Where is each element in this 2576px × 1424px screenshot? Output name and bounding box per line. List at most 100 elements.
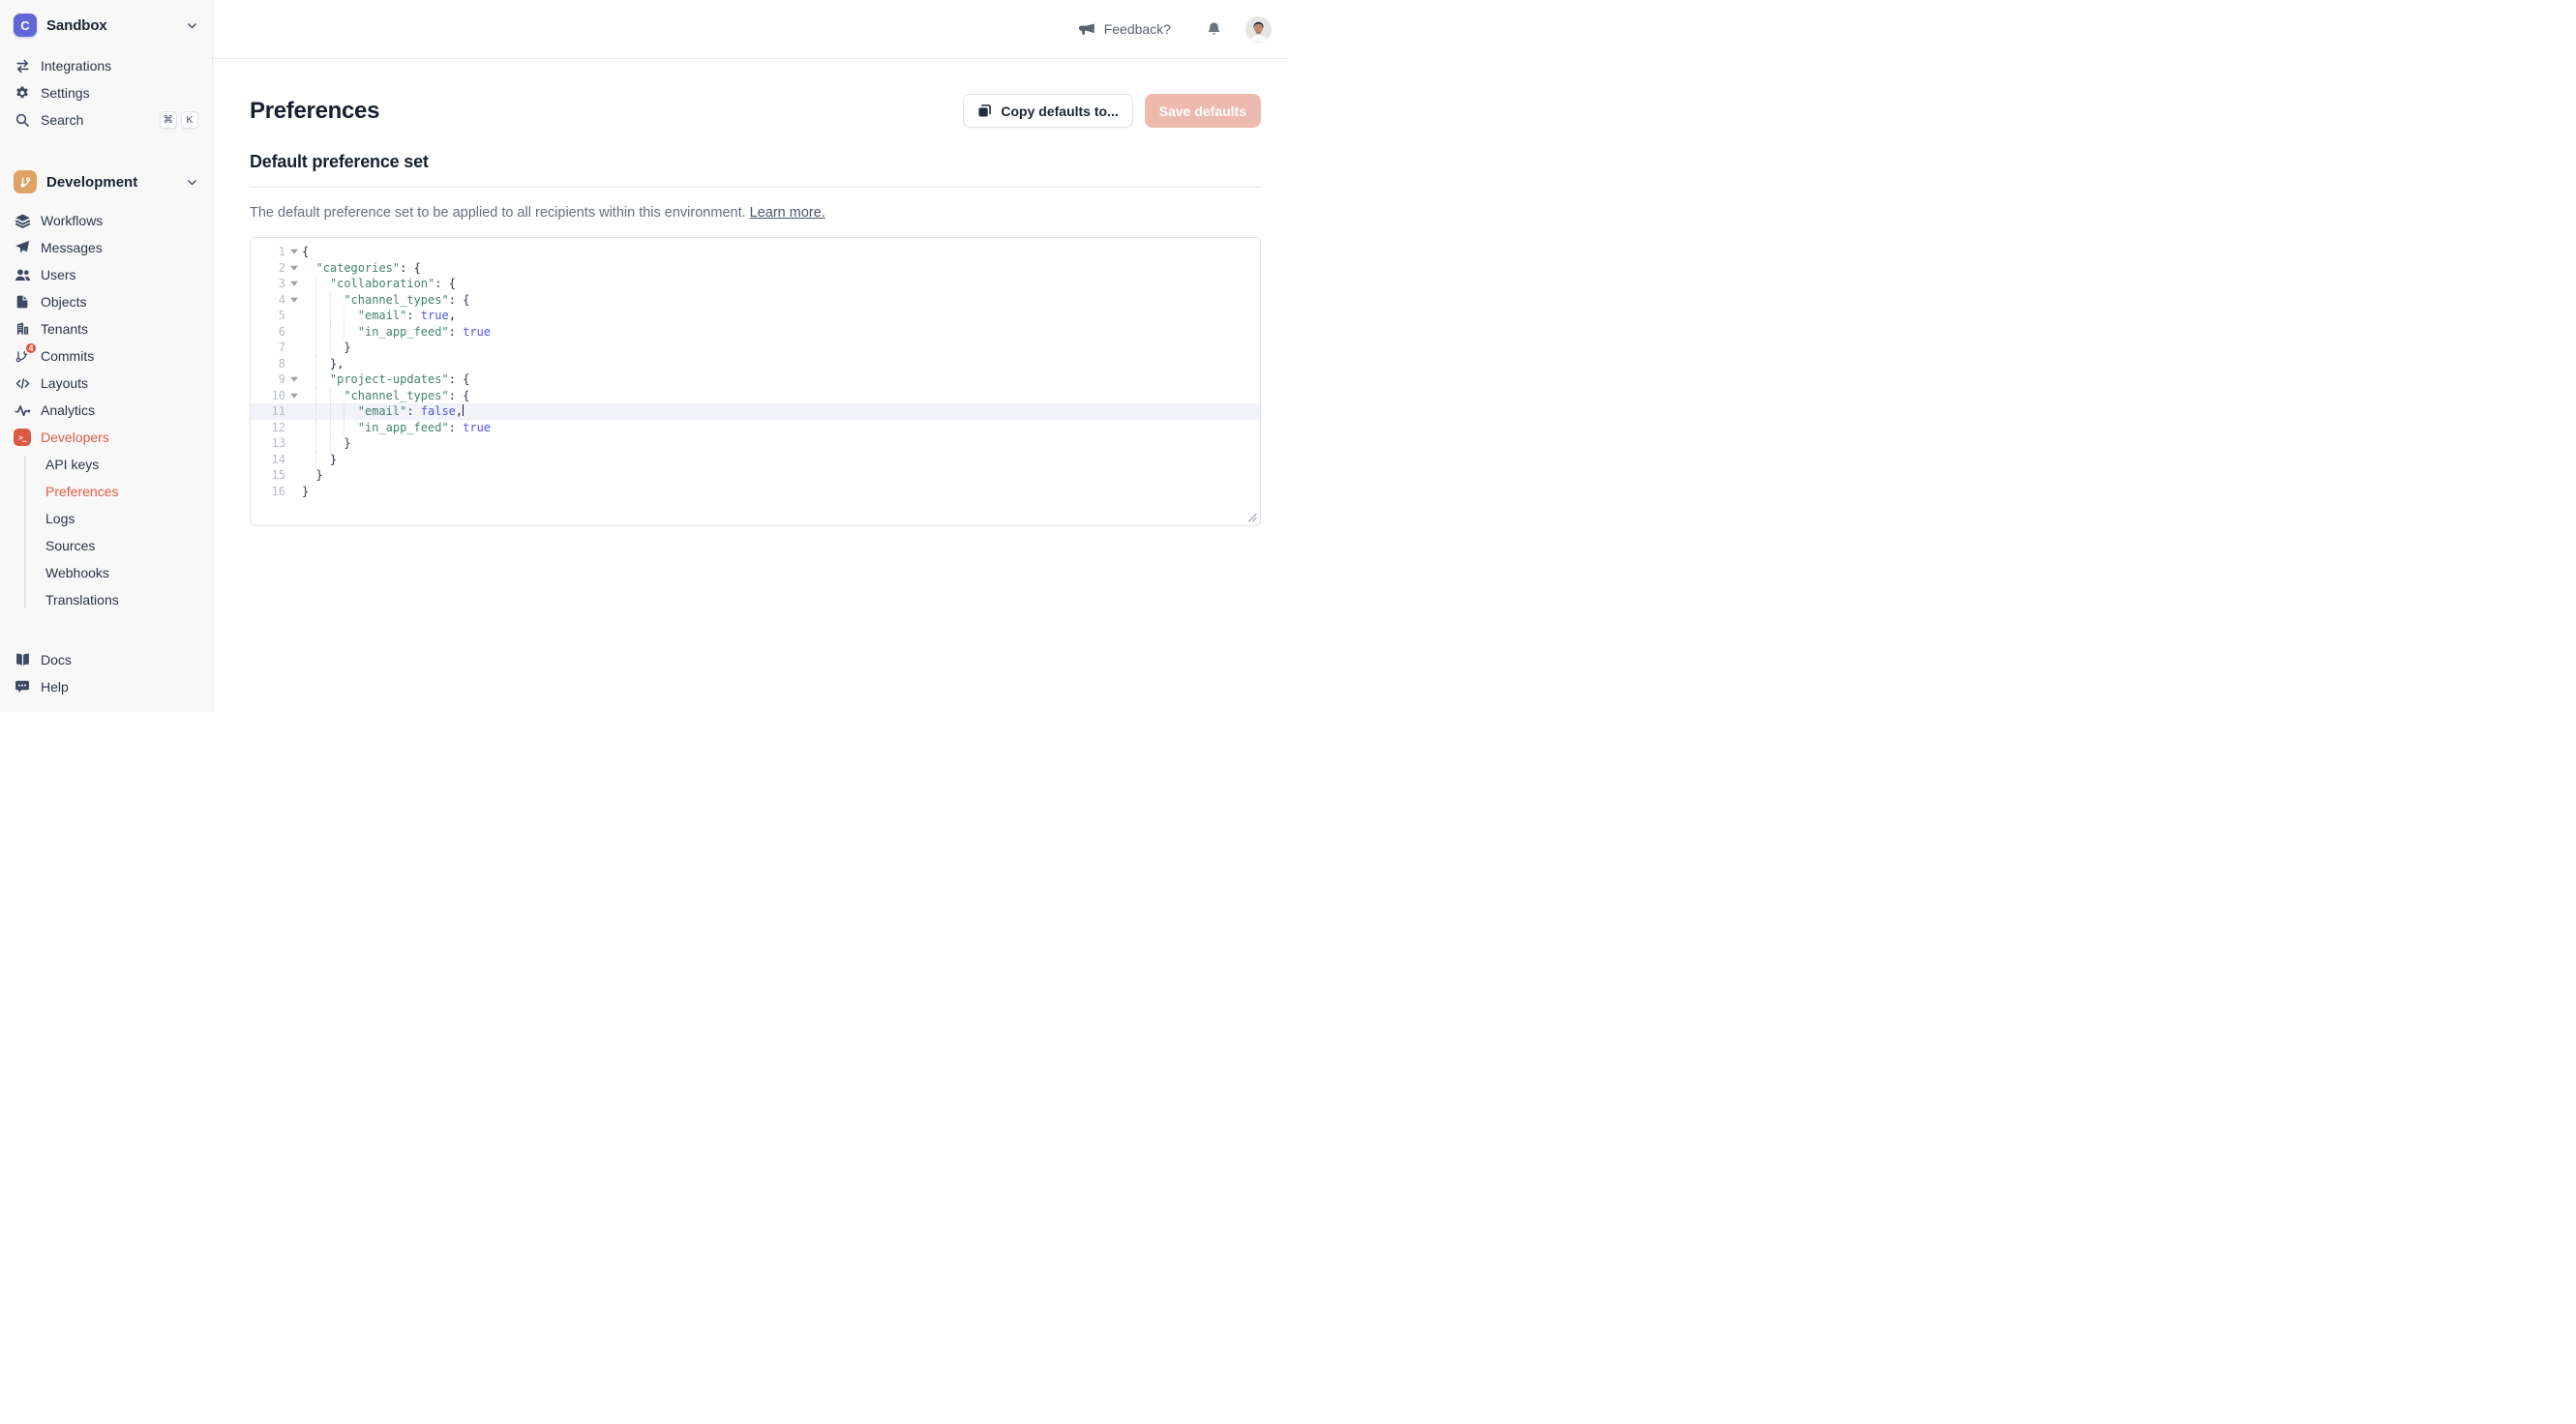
editor-line-13[interactable]: 13}	[251, 435, 1260, 452]
line-number: 3	[251, 276, 285, 292]
search-icon	[14, 111, 31, 129]
copy-defaults-label: Copy defaults to...	[1001, 104, 1118, 119]
fold-arrow-icon[interactable]	[285, 276, 302, 292]
fold-arrow-icon[interactable]	[285, 292, 302, 309]
sidebar-item-workflows[interactable]: Workflows	[8, 207, 204, 234]
editor-line-15[interactable]: 15}	[251, 467, 1260, 484]
page-content: Preferences Copy defaults to... Save def…	[213, 59, 1288, 526]
workspace-switcher[interactable]: C Sandbox	[0, 0, 212, 48]
editor-line-5[interactable]: 5"email": true,	[251, 308, 1260, 324]
editor-line-8[interactable]: 8},	[251, 356, 1260, 372]
editor-line-3[interactable]: 3 "collaboration": {	[251, 276, 1260, 292]
code-text: "in_app_feed": true	[302, 324, 1260, 341]
sidebar-item-docs[interactable]: Docs	[8, 646, 204, 673]
code-text: "collaboration": {	[302, 276, 1260, 292]
sidebar-item-label: Messages	[41, 240, 198, 255]
sidebar-item-search[interactable]: Search⌘K	[8, 106, 204, 134]
resize-handle-icon[interactable]	[1247, 513, 1257, 522]
sidebar-subitem-sources[interactable]: Sources	[26, 532, 204, 559]
editor-line-11[interactable]: 11"email": false,	[251, 403, 1260, 420]
code-text: }	[302, 484, 1260, 500]
chat-bubble-icon	[14, 678, 31, 696]
code-icon	[14, 374, 31, 392]
chevron-down-icon	[186, 19, 198, 32]
sidebar-subitem-preferences[interactable]: Preferences	[26, 478, 204, 505]
sidebar-item-tenants[interactable]: Tenants	[8, 315, 204, 342]
sidebar-item-label: Analytics	[41, 402, 198, 418]
sidebar-item-help[interactable]: Help	[8, 673, 204, 700]
sidebar-item-label: Workflows	[41, 213, 198, 228]
feedback-button[interactable]: Feedback?	[1079, 21, 1171, 37]
sidebar-item-commits[interactable]: 4Commits	[8, 342, 204, 370]
editor-line-4[interactable]: 4"channel_types": {	[251, 292, 1260, 309]
save-defaults-button[interactable]: Save defaults	[1145, 94, 1261, 128]
sidebar-subitem-webhooks[interactable]: Webhooks	[26, 559, 204, 586]
editor-line-2[interactable]: 2 "categories": {	[251, 260, 1260, 277]
line-number: 1	[251, 244, 285, 260]
sidebar-item-label: Users	[41, 267, 198, 282]
sidebar-item-settings[interactable]: Settings	[8, 79, 204, 106]
code-text: }	[302, 435, 1260, 452]
sidebar-item-layouts[interactable]: Layouts	[8, 370, 204, 397]
line-number: 14	[251, 452, 285, 468]
text-cursor	[463, 404, 464, 416]
sidebar-footer-nav: Docs Help	[0, 646, 212, 712]
fold-gutter	[285, 308, 302, 324]
editor-line-10[interactable]: 10"channel_types": {	[251, 388, 1260, 404]
editor-line-1[interactable]: 1{	[251, 244, 1260, 260]
sidebar-item-label: Docs	[41, 652, 198, 668]
line-number: 15	[251, 467, 285, 484]
sidebar-item-analytics[interactable]: Analytics	[8, 397, 204, 424]
sidebar-subitem-logs[interactable]: Logs	[26, 505, 204, 532]
code-text: "email": true,	[302, 308, 1260, 324]
page-title: Preferences	[250, 98, 379, 125]
fold-gutter	[285, 467, 302, 484]
environment-name: Development	[46, 174, 176, 191]
editor-line-6[interactable]: 6"in_app_feed": true	[251, 324, 1260, 341]
sidebar-item-developers[interactable]: >_Developers	[8, 424, 204, 451]
learn-more-link[interactable]: Learn more.	[750, 205, 825, 221]
code-text: "channel_types": {	[302, 292, 1260, 309]
gear-icon	[14, 84, 31, 102]
sidebar-item-label: Layouts	[41, 375, 198, 391]
sidebar-item-objects[interactable]: Objects	[8, 288, 204, 315]
line-number: 13	[251, 435, 285, 452]
copy-defaults-button[interactable]: Copy defaults to...	[963, 94, 1132, 128]
fold-arrow-icon[interactable]	[285, 371, 302, 388]
editor-line-12[interactable]: 12"in_app_feed": true	[251, 420, 1260, 436]
sidebar-subitem-api-keys[interactable]: API keys	[26, 451, 204, 478]
sidebar-subitem-translations[interactable]: Translations	[26, 586, 204, 613]
workspace-logo: C	[14, 14, 37, 37]
fold-gutter	[285, 356, 302, 372]
app-window: C Sandbox IntegrationsSettingsSearch⌘K D…	[0, 0, 1288, 712]
users-icon	[14, 266, 31, 283]
sidebar-item-messages[interactable]: Messages	[8, 234, 204, 261]
editor-line-9[interactable]: 9"project-updates": {	[251, 371, 1260, 388]
copy-icon	[977, 104, 992, 118]
sidebar-item-integrations[interactable]: Integrations	[8, 52, 204, 79]
code-text: "project-updates": {	[302, 371, 1260, 388]
fold-arrow-icon[interactable]	[285, 260, 302, 277]
code-text: "categories": {	[302, 260, 1260, 277]
editor-line-7[interactable]: 7}	[251, 340, 1260, 356]
code-text: "in_app_feed": true	[302, 420, 1260, 436]
kbd-cmd: ⌘	[160, 111, 178, 129]
json-editor[interactable]: 1{2 "categories": { 3 "collaboration": {4"c…	[250, 237, 1261, 526]
editor-line-16[interactable]: 16}	[251, 484, 1260, 500]
fold-gutter	[285, 452, 302, 468]
fold-arrow-icon[interactable]	[285, 388, 302, 404]
notifications-button[interactable]	[1206, 21, 1222, 38]
section-divider	[250, 187, 1261, 188]
line-number: 10	[251, 388, 285, 404]
feedback-label: Feedback?	[1104, 21, 1171, 37]
line-number: 2	[251, 260, 285, 277]
sidebar-item-users[interactable]: Users	[8, 261, 204, 288]
avatar[interactable]	[1245, 16, 1272, 43]
editor-line-14[interactable]: 14}	[251, 452, 1260, 468]
sidebar: C Sandbox IntegrationsSettingsSearch⌘K D…	[0, 0, 213, 712]
developers-subnav: API keysPreferencesLogsSourcesWebhooksTr…	[24, 451, 204, 613]
sidebar-environment-nav: Workflows Messages Users ObjectsTenants4Com…	[0, 203, 212, 451]
sidebar-item-label: Search	[41, 112, 150, 128]
fold-arrow-icon[interactable]	[285, 244, 302, 260]
environment-switcher[interactable]: Development	[0, 161, 212, 203]
